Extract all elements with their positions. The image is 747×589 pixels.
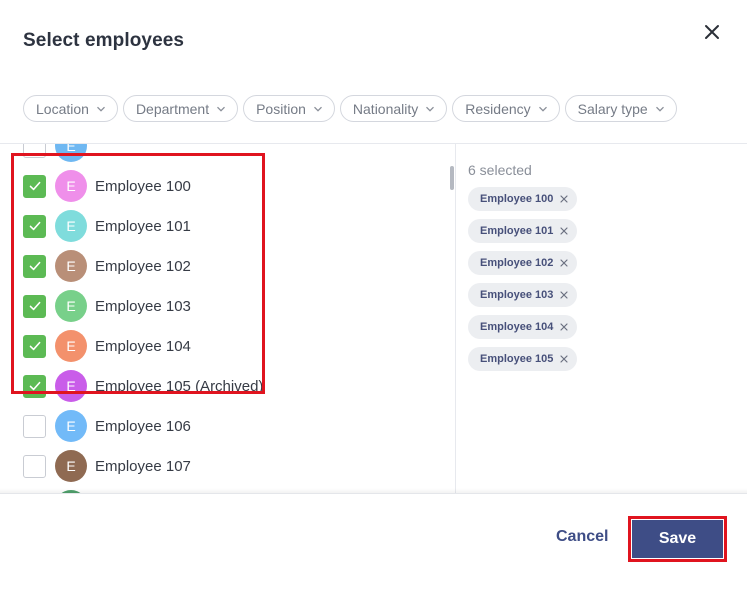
remove-tag-icon[interactable] — [560, 227, 568, 235]
employee-checkbox[interactable] — [23, 414, 46, 438]
employee-name: Employee 107 — [95, 457, 191, 475]
selected-tag: Employee 103 — [468, 283, 578, 307]
avatar: E — [55, 450, 87, 482]
selected-count: 6 selected — [468, 162, 532, 178]
chevron-down-icon — [425, 104, 435, 114]
selected-tag-label: Employee 102 — [480, 257, 554, 269]
remove-tag-icon[interactable] — [560, 259, 568, 267]
selected-tag: Employee 101 — [468, 219, 578, 243]
selected-tag: Employee 104 — [468, 315, 578, 339]
chevron-down-icon — [96, 104, 106, 114]
employee-name: Employee 106 — [95, 417, 191, 435]
remove-tag-icon[interactable] — [560, 291, 568, 299]
employee-row[interactable]: E Employee 107 — [23, 446, 191, 486]
filter-nationality[interactable]: Nationality — [339, 95, 448, 122]
filter-department[interactable]: Department — [122, 95, 239, 122]
pane-divider — [455, 144, 456, 493]
selected-tag-label: Employee 105 — [480, 353, 554, 365]
employee-checkbox[interactable] — [23, 454, 46, 478]
selected-tag-label: Employee 100 — [480, 193, 554, 205]
employee-row[interactable]: E Employee 106 — [23, 406, 191, 446]
filter-position[interactable]: Position — [243, 95, 335, 122]
selected-tag-label: Employee 104 — [480, 321, 554, 333]
chevron-down-icon — [313, 104, 323, 114]
selection-highlight — [11, 153, 265, 394]
close-button[interactable] — [700, 20, 724, 44]
list-scrollbar[interactable] — [450, 166, 454, 190]
filter-residency[interactable]: Residency — [452, 95, 560, 122]
selected-tag: Employee 102 — [468, 251, 578, 275]
selected-tag-label: Employee 103 — [480, 289, 554, 301]
selected-tag: Employee 100 — [468, 187, 578, 211]
selected-tag: Employee 105 — [468, 347, 578, 371]
chevron-down-icon — [655, 104, 665, 114]
chevron-down-icon — [216, 104, 226, 114]
save-button[interactable]: Save — [632, 520, 723, 558]
chevron-down-icon — [538, 104, 548, 114]
avatar: E — [55, 410, 87, 442]
remove-tag-icon[interactable] — [560, 195, 568, 203]
dialog-title: Select employees — [23, 30, 185, 51]
cancel-button[interactable]: Cancel — [556, 528, 608, 546]
filter-location[interactable]: Location — [23, 95, 118, 122]
filter-salary-type[interactable]: Salary type — [564, 95, 677, 122]
remove-tag-icon[interactable] — [560, 355, 568, 363]
filter-bar: Location Department Position Nationality… — [23, 95, 677, 122]
remove-tag-icon[interactable] — [560, 323, 568, 331]
close-icon[interactable] — [700, 20, 724, 44]
selected-tag-label: Employee 101 — [480, 225, 554, 237]
